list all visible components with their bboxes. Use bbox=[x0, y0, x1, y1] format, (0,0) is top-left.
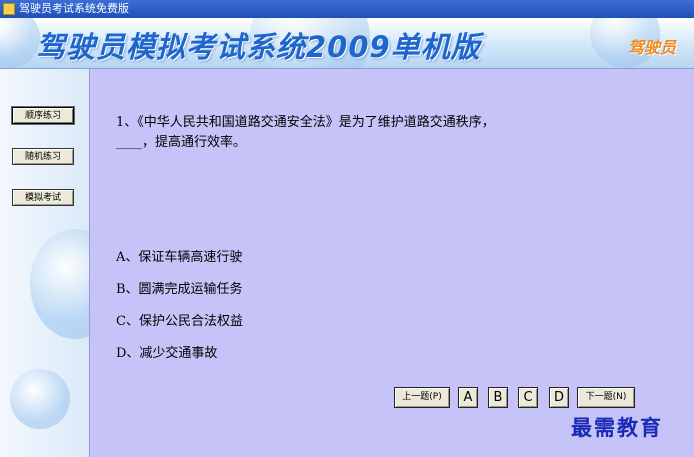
previous-question-button[interactable]: 上一题(P) bbox=[394, 387, 450, 408]
question-text: 1、《中华人民共和国道路交通安全法》是为了维护道路交通秩序， ____，提高通行… bbox=[116, 113, 636, 153]
app-icon bbox=[3, 3, 15, 15]
header-banner: 驾驶员模拟考试系统2009单机版 驾驶员 bbox=[0, 18, 694, 69]
option-d: D、减少交通事故 bbox=[116, 346, 218, 361]
window-title: 驾驶员考试系统免费版 bbox=[19, 2, 129, 15]
question-line-2: ____，提高通行效率。 bbox=[116, 135, 247, 150]
answer-b-button[interactable]: B bbox=[488, 387, 508, 408]
answer-d-button[interactable]: D bbox=[549, 387, 569, 408]
water-drop-decoration bbox=[30, 229, 89, 339]
option-b: B、圆满完成运输任务 bbox=[116, 282, 243, 297]
water-drop-decoration bbox=[10, 369, 70, 429]
question-panel: 1、《中华人民共和国道路交通安全法》是为了维护道路交通秩序， ____，提高通行… bbox=[89, 69, 694, 457]
next-question-button[interactable]: 下一题(N) bbox=[577, 387, 635, 408]
watermark-text: 最需教育 bbox=[571, 415, 663, 440]
sequential-practice-button[interactable]: 顺序练习 bbox=[12, 107, 74, 124]
option-c: C、保护公民合法权益 bbox=[116, 314, 243, 329]
question-line-1: 1、《中华人民共和国道路交通安全法》是为了维护道路交通秩序， bbox=[116, 115, 495, 130]
banner-title-right: 驾驶员 bbox=[628, 38, 677, 57]
answer-c-button[interactable]: C bbox=[518, 387, 538, 408]
random-practice-button[interactable]: 随机练习 bbox=[12, 148, 74, 165]
mock-exam-button[interactable]: 模拟考试 bbox=[12, 189, 74, 206]
bubble-decoration bbox=[0, 18, 40, 68]
sidebar: 顺序练习 随机练习 模拟考试 bbox=[0, 69, 89, 457]
answer-a-button[interactable]: A bbox=[458, 387, 478, 408]
option-a: A、保证车辆高速行驶 bbox=[116, 250, 243, 265]
window-titlebar: 驾驶员考试系统免费版 bbox=[0, 0, 694, 18]
banner-title: 驾驶员模拟考试系统2009单机版 bbox=[36, 30, 481, 64]
